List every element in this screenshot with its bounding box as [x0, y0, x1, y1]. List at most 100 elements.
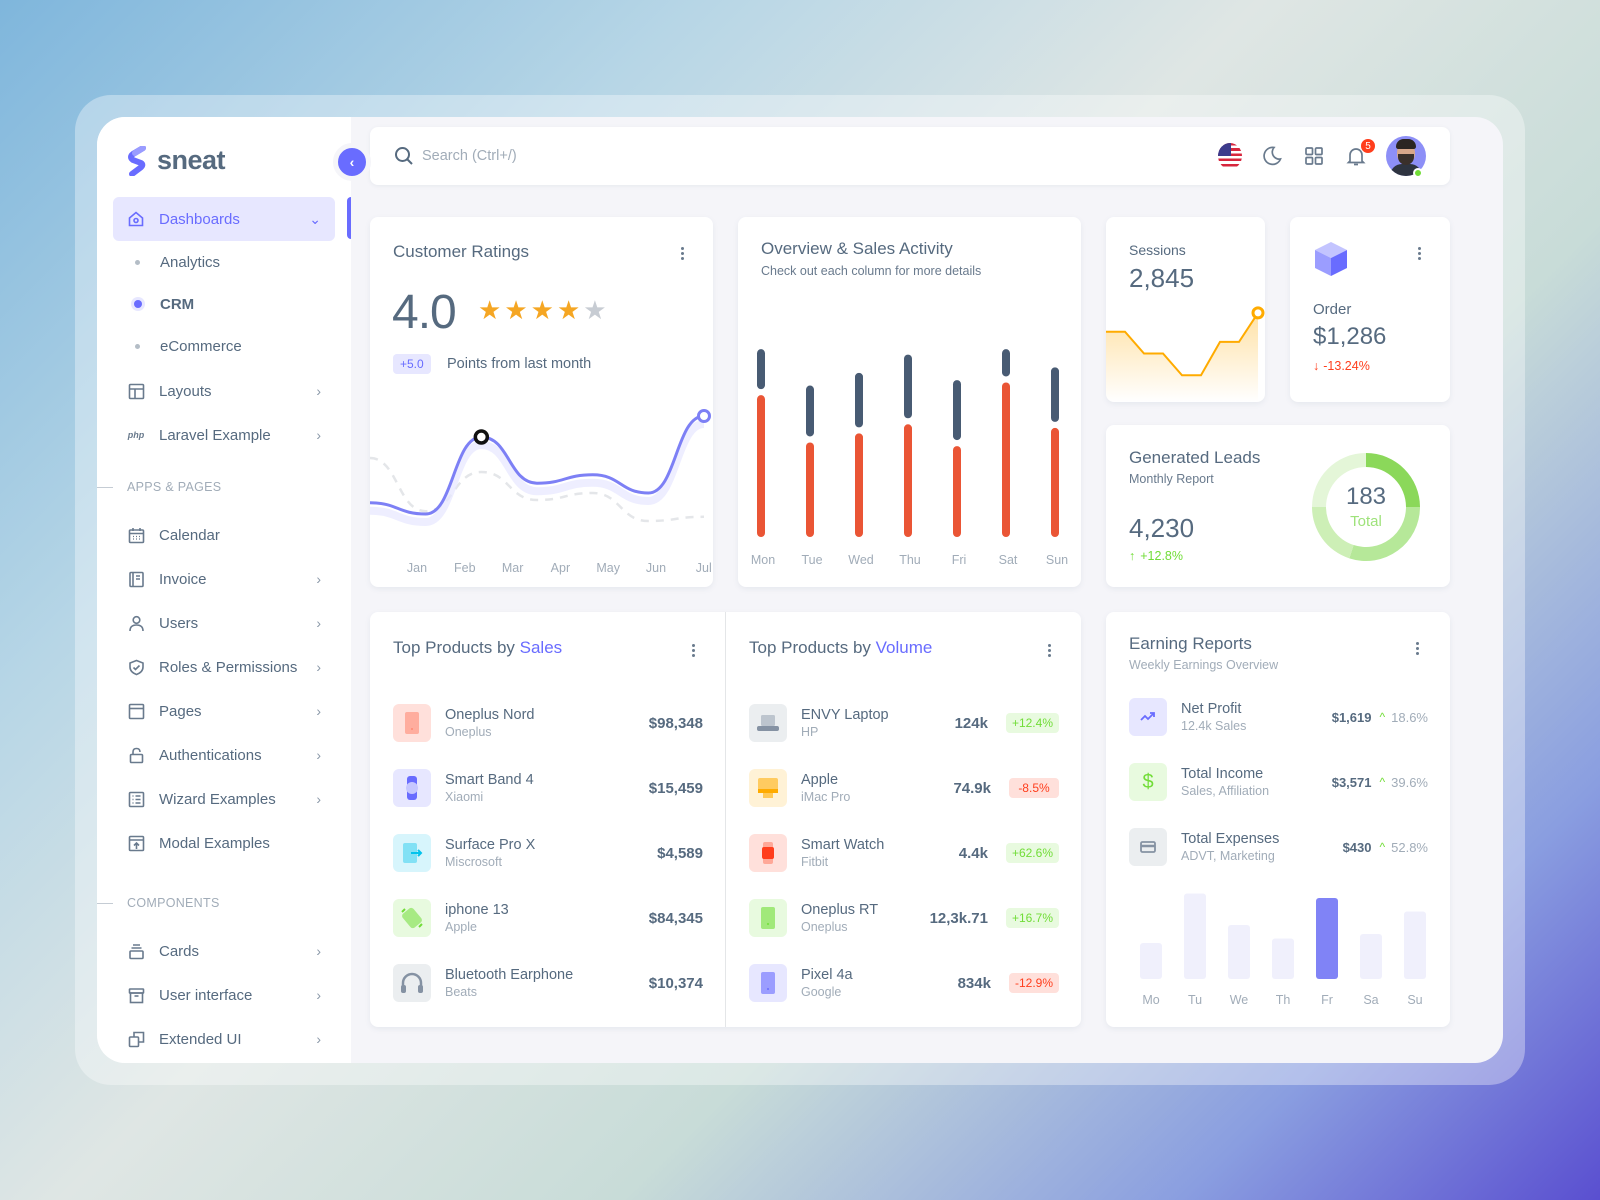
earning-bar[interactable] [1184, 893, 1206, 980]
sidebar-item-extended-ui[interactable]: Extended UI › [113, 1017, 335, 1061]
bar-primary[interactable] [806, 442, 814, 537]
bar-secondary[interactable] [1002, 349, 1010, 377]
product-row[interactable]: Surface Pro X Miscrosoft $4,589 [393, 833, 703, 873]
product-info: iphone 13 Apple [445, 901, 509, 935]
earning-row[interactable]: Total Expenses ADVT, Marketing $430 ^ 52.… [1129, 828, 1428, 866]
product-row[interactable]: Apple iMac Pro 74.9k -8.5% [749, 768, 1059, 808]
earning-bar[interactable] [1140, 943, 1162, 979]
brand-logo[interactable]: sneat [127, 145, 226, 176]
earning-row[interactable]: Net Profit 12.4k Sales $1,619 ^ 18.6% [1129, 698, 1428, 736]
chevron-right-icon: › [316, 791, 321, 807]
x-tick-label: Fri [952, 553, 967, 567]
product-row[interactable]: Oneplus RT Oneplus 12,3k.71 +16.7% [749, 898, 1059, 938]
product-row[interactable]: Smart Watch Fitbit 4.4k +62.6% [749, 833, 1059, 873]
us-flag-icon [1218, 143, 1242, 169]
product-name: Smart Band 4 [445, 772, 534, 788]
product-brand: Miscrosoft [445, 855, 502, 869]
sidebar-item-user-interface[interactable]: User interface › [113, 973, 335, 1017]
more-options-button[interactable] [1411, 244, 1427, 262]
home-icon [127, 210, 145, 228]
order-card: Order $1,286 ↓ -13.24% [1290, 217, 1450, 402]
x-tick-label: We [1230, 993, 1249, 1007]
bar-secondary[interactable] [806, 385, 814, 437]
product-name: Bluetooth Earphone [445, 967, 574, 983]
product-row[interactable]: Oneplus Nord Oneplus $98,348 [393, 703, 703, 743]
smart-band-icon [393, 769, 431, 807]
sidebar-item-dashboards[interactable]: Dashboards ⌄ [113, 197, 335, 241]
sidebar-item-label: CRM [160, 295, 195, 313]
sidebar-subitem-crm[interactable]: CRM [113, 283, 335, 325]
chevron-right-icon: › [316, 703, 321, 719]
product-row[interactable]: Smart Band 4 Xiaomi $15,459 [393, 768, 703, 808]
bar-secondary[interactable] [953, 380, 961, 441]
sidebar-subitem-ecommerce[interactable]: eCommerce [113, 325, 335, 367]
sidebar-item-modal-examples[interactable]: Modal Examples [113, 821, 335, 865]
order-change-value: -13.24% [1323, 359, 1370, 373]
collapse-sidebar-button[interactable]: ‹ [333, 143, 371, 181]
calendar-icon [127, 526, 145, 544]
bar-primary[interactable] [1002, 382, 1010, 537]
bar-primary[interactable] [953, 446, 961, 537]
earning-bar[interactable] [1316, 898, 1338, 979]
earning-sub: Sales, Affiliation [1181, 784, 1270, 798]
bar-primary[interactable] [1051, 427, 1059, 537]
bar-secondary[interactable] [904, 354, 912, 419]
more-options-button[interactable] [674, 244, 690, 262]
sidebar-item-label: User interface [159, 986, 253, 1004]
sidebar-item-layouts[interactable]: Layouts › [113, 369, 335, 413]
search-input[interactable] [422, 148, 722, 164]
sidebar-item-invoice[interactable]: Invoice › [113, 557, 335, 601]
chevron-right-icon: › [316, 615, 321, 631]
bar-secondary[interactable] [855, 372, 863, 428]
earning-bar[interactable] [1272, 938, 1294, 980]
product-row[interactable]: Pixel 4a Google 834k -12.9% [749, 963, 1059, 1003]
highlighted-point[interactable] [473, 429, 490, 445]
earning-row[interactable]: $ Total Income Sales, Affiliation $3,571 … [1129, 763, 1428, 801]
arrow-up-icon: ↑ [1129, 549, 1136, 563]
language-button[interactable] [1218, 143, 1242, 169]
product-row[interactable]: Bluetooth Earphone Beats $10,374 [393, 963, 703, 1003]
earning-bar[interactable] [1228, 925, 1250, 979]
sidebar-item-calendar[interactable]: Calendar [113, 513, 335, 557]
iphone-icon [393, 899, 431, 937]
sessions-value: 2,845 [1129, 263, 1195, 293]
sidebar-item-roles-permissions[interactable]: Roles & Permissions › [113, 645, 335, 689]
sidebar-item-users[interactable]: Users › [113, 601, 335, 645]
x-tick-label: Su [1407, 993, 1422, 1007]
sidebar-item-label: Calendar [159, 526, 220, 544]
notifications-button[interactable]: 5 [1344, 138, 1376, 168]
arrow-down-icon: ↓ [1313, 359, 1320, 373]
x-tick-label: Jul [696, 561, 712, 575]
chevron-right-icon: › [316, 943, 321, 959]
x-tick-label: Th [1276, 993, 1291, 1007]
theme-toggle-button[interactable] [1260, 144, 1284, 168]
x-tick-label: May [596, 561, 620, 575]
sneat-logo-icon [128, 145, 146, 176]
card-title: Customer Ratings [393, 242, 530, 261]
chevron-right-icon: › [316, 427, 321, 443]
sidebar-item-pages[interactable]: Pages › [113, 689, 335, 733]
bar-secondary[interactable] [757, 349, 765, 390]
sidebar-item-laravel-example[interactable]: php Laravel Example › [113, 413, 335, 457]
sidebar-subitem-analytics[interactable]: Analytics [113, 241, 335, 283]
sidebar-item-label: Modal Examples [159, 834, 270, 852]
x-tick-label: Jan [407, 561, 427, 575]
bar-primary[interactable] [855, 433, 863, 537]
x-tick-label: Feb [454, 561, 476, 575]
bar-primary[interactable] [904, 424, 912, 537]
product-brand: Beats [445, 985, 477, 999]
earning-bar[interactable] [1404, 911, 1426, 980]
sidebar-item-cards[interactable]: Cards › [113, 929, 335, 973]
shortcuts-button[interactable] [1302, 144, 1326, 168]
sessions-last-point[interactable] [1251, 306, 1265, 320]
sidebar-item-authentications[interactable]: Authentications › [113, 733, 335, 777]
sidebar-item-wizard-examples[interactable]: Wizard Examples › [113, 777, 335, 821]
x-tick-label: Jun [646, 561, 666, 575]
bar-secondary[interactable] [1051, 367, 1059, 422]
earning-bar[interactable] [1360, 934, 1382, 979]
product-row[interactable]: iphone 13 Apple $84,345 [393, 898, 703, 938]
last-point[interactable] [697, 409, 711, 423]
product-value: $10,374 [648, 974, 703, 992]
product-row[interactable]: ENVY Laptop HP 124k +12.4% [749, 703, 1059, 743]
bar-primary[interactable] [757, 395, 765, 537]
